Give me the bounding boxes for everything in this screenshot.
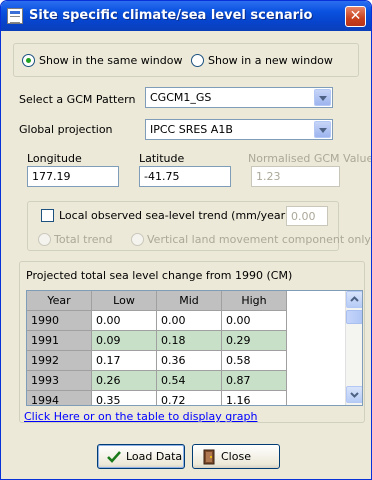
gcm-value-input[interactable]: 1.23 — [251, 166, 340, 187]
mid-cell[interactable]: 0.72 — [157, 391, 222, 405]
year-cell[interactable]: 1991 — [27, 331, 92, 351]
year-cell[interactable]: 1990 — [27, 311, 92, 331]
door-icon — [203, 449, 215, 465]
global-projection-value: IPCC SRES A1B — [150, 123, 233, 136]
load-data-label: Load Data — [126, 450, 183, 463]
latitude-input[interactable]: -41.75 — [139, 166, 231, 187]
low-cell[interactable]: 0.00 — [92, 311, 157, 331]
projection-table-group: Projected total sea level change from 19… — [19, 261, 365, 423]
scroll-down-button[interactable] — [346, 386, 362, 403]
chevron-up-icon — [350, 296, 359, 302]
column-header-low[interactable]: Low — [92, 291, 157, 311]
same-window-radio[interactable] — [22, 54, 35, 67]
low-cell[interactable]: 0.17 — [92, 351, 157, 371]
vertical-movement-label: Vertical land movement component only — [147, 233, 371, 246]
table-vertical-scrollbar[interactable] — [345, 291, 362, 405]
table-caption: Projected total sea level change from 19… — [26, 269, 293, 282]
gcm-pattern-select[interactable]: CGCM1_GS — [145, 87, 333, 108]
chevron-down-icon[interactable] — [314, 89, 331, 106]
sea-level-table[interactable]: Year Low Mid High 1990 0.00 0.00 0.00 19… — [26, 290, 363, 406]
chevron-down-icon[interactable] — [314, 121, 331, 138]
total-trend-label: Total trend — [54, 233, 113, 246]
display-graph-link[interactable]: Click Here or on the table to display gr… — [24, 410, 257, 423]
load-data-button[interactable]: Load Data — [97, 444, 185, 469]
high-cell[interactable]: 0.00 — [222, 311, 287, 331]
high-cell[interactable]: 0.29 — [222, 331, 287, 351]
mid-cell[interactable]: 0.00 — [157, 311, 222, 331]
app-window-icon — [7, 8, 23, 24]
high-cell[interactable]: 1.16 — [222, 391, 287, 405]
new-window-label[interactable]: Show in a new window — [208, 54, 333, 67]
year-cell[interactable]: 1992 — [27, 351, 92, 371]
title-bar[interactable]: Site specific climate/sea level scenario… — [1, 1, 371, 31]
latitude-label: Latitude — [139, 152, 185, 165]
scroll-thumb[interactable] — [346, 310, 362, 324]
low-cell[interactable]: 0.35 — [92, 391, 157, 405]
checkmark-icon — [107, 451, 121, 463]
low-cell[interactable]: 0.26 — [92, 371, 157, 391]
column-header-mid[interactable]: Mid — [157, 291, 222, 311]
year-cell[interactable]: 1994 — [27, 391, 92, 405]
mid-cell[interactable]: 0.18 — [157, 331, 222, 351]
scroll-up-button[interactable] — [346, 291, 362, 308]
dialog-body: Show in the same window Show in a new wi… — [5, 31, 372, 477]
close-window-button[interactable]: ✕ — [345, 6, 366, 27]
window-title: Site specific climate/sea level scenario — [29, 8, 313, 23]
local-trend-label[interactable]: Local observed sea-level trend (mm/year) — [59, 209, 289, 222]
dialog-window: Site specific climate/sea level scenario… — [0, 0, 372, 480]
close-label: Close — [221, 450, 251, 463]
display-mode-group: Show in the same window Show in a new wi… — [13, 43, 359, 77]
gcm-pattern-value: CGCM1_GS — [150, 91, 212, 104]
high-cell[interactable]: 0.58 — [222, 351, 287, 371]
same-window-label[interactable]: Show in the same window — [39, 54, 182, 67]
global-projection-label: Global projection — [19, 123, 113, 136]
longitude-input[interactable]: 177.19 — [27, 166, 119, 187]
high-cell[interactable]: 0.87 — [222, 371, 287, 391]
gcm-value-label: Normalised GCM Value — [248, 152, 372, 165]
close-button[interactable]: Close — [192, 444, 280, 469]
total-trend-radio[interactable] — [38, 233, 51, 246]
column-header-high[interactable]: High — [222, 291, 287, 311]
local-trend-checkbox[interactable] — [41, 209, 54, 222]
new-window-radio[interactable] — [191, 54, 204, 67]
longitude-label: Longitude — [27, 152, 82, 165]
column-header-year[interactable]: Year — [27, 291, 92, 311]
vertical-movement-radio[interactable] — [131, 233, 144, 246]
mid-cell[interactable]: 0.54 — [157, 371, 222, 391]
low-cell[interactable]: 0.09 — [92, 331, 157, 351]
global-projection-select[interactable]: IPCC SRES A1B — [145, 119, 333, 140]
chevron-down-icon — [350, 392, 359, 398]
year-cell[interactable]: 1993 — [27, 371, 92, 391]
trend-value-input[interactable]: 0.00 — [286, 206, 328, 226]
gcm-pattern-label: Select a GCM Pattern — [19, 93, 136, 106]
sea-level-trend-group: Local observed sea-level trend (mm/year)… — [27, 201, 371, 251]
mid-cell[interactable]: 0.36 — [157, 351, 222, 371]
